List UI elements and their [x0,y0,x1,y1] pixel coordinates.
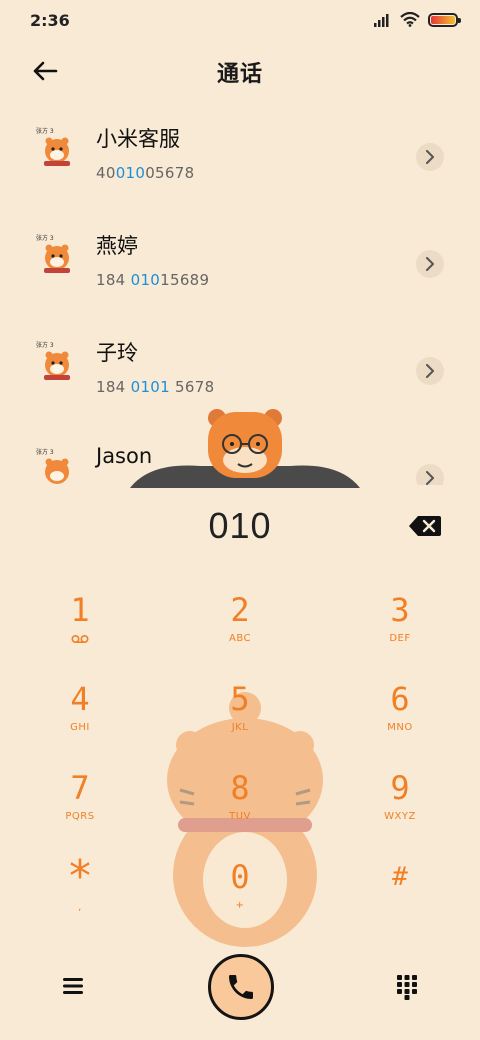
wifi-icon [400,12,420,27]
chevron-right-icon [426,257,434,271]
avatar: 张方 3 [36,448,69,484]
key-digit: * [66,851,94,902]
key-2[interactable]: 2 ABC [185,590,295,670]
key-6[interactable]: 6 MNO [345,679,455,759]
header: 通话 [0,48,480,92]
key-letters: DEF [389,633,411,644]
key-digit: 0 [230,858,250,896]
status-bar: 2:36 [0,0,480,40]
key-4[interactable]: 4 GHI [25,679,135,759]
key-letters: GHI [70,722,90,733]
menu-icon [63,978,83,994]
key-letters: MNO [387,722,413,733]
key-digit: 6 [390,680,410,718]
voicemail-icon [71,634,89,644]
backspace-button[interactable] [408,515,442,541]
keypad: 1 2 ABC 3 DEF 4 GHI 5 JKL 6 MNO 7 PQRS 8… [0,590,480,945]
key-5[interactable]: 5 JKL [185,679,295,759]
backspace-icon [409,516,441,536]
svg-text:张方 3: 张方 3 [36,234,54,242]
key-letters: , [78,902,82,913]
tiger-mascot-illustration [130,409,360,488]
bottom-bar [0,950,480,1030]
key-digit: 8 [230,769,250,807]
dial-display: 010 [0,505,480,555]
key-0[interactable]: 0 + [185,857,295,937]
key-digit: 9 [390,769,410,807]
dialpad-icon [397,975,417,1000]
menu-button[interactable] [58,972,88,1000]
chevron-right-icon [426,150,434,164]
avatar: 张方 3 [36,234,70,273]
key-digit: 5 [230,680,250,718]
contact-row[interactable]: 张方 3 小米客服 4001005678 [0,105,480,195]
contact-name: 子玲 [96,341,138,365]
contact-number: 184 0101 5678 [96,378,215,396]
key-3[interactable]: 3 DEF [345,590,455,670]
svg-text:张方 3: 张方 3 [36,127,54,135]
key-8[interactable]: 8 TUV [185,768,295,848]
key-digit: 2 [230,591,250,629]
contact-row[interactable]: 张方 3 燕婷 184 01015689 [0,212,480,302]
key-digit: # [392,862,408,892]
chevron-right-icon [426,364,434,378]
key-digit: 4 [70,680,90,718]
phone-icon [229,975,253,999]
key-digit: 3 [390,591,410,629]
contact-detail-button[interactable] [416,250,444,278]
contact-name: 燕婷 [96,234,138,258]
key-digit: 1 [70,591,90,629]
chevron-right-icon [426,471,434,485]
contact-name: 小米客服 [96,127,180,151]
avatar: 张方 3 [36,341,70,380]
key-7[interactable]: 7 PQRS [25,768,135,848]
key-1[interactable]: 1 [25,590,135,670]
contact-detail-button[interactable] [416,357,444,385]
battery-icon [428,12,461,27]
key-letters: + [235,900,245,911]
contact-detail-button[interactable] [416,464,444,485]
key-hash[interactable]: # [345,857,455,937]
key-letters: PQRS [65,811,95,822]
key-letters: WXYZ [384,811,416,822]
key-letters: ABC [228,633,251,644]
key-9[interactable]: 9 WXYZ [345,768,455,848]
contact-detail-button[interactable] [416,143,444,171]
svg-text:张方 3: 张方 3 [36,448,54,456]
contact-number: 184 01015689 [96,271,210,289]
avatar: 张方 3 [36,127,70,166]
status-time: 2:36 [30,11,70,30]
dialpad-toggle-button[interactable] [392,972,422,1002]
key-letters: TUV [229,811,251,822]
status-icons [374,12,461,27]
page-title: 通话 [216,62,263,87]
key-star[interactable]: * , [25,851,135,937]
contact-number: 4001005678 [96,164,195,182]
svg-text:张方 3: 张方 3 [36,341,54,349]
signal-icon [374,13,389,27]
contact-row[interactable]: 张方 3 子玲 184 0101 5678 [0,319,480,409]
key-digit: 7 [70,769,90,807]
call-button[interactable] [208,954,274,1020]
key-letters: JKL [231,722,249,733]
